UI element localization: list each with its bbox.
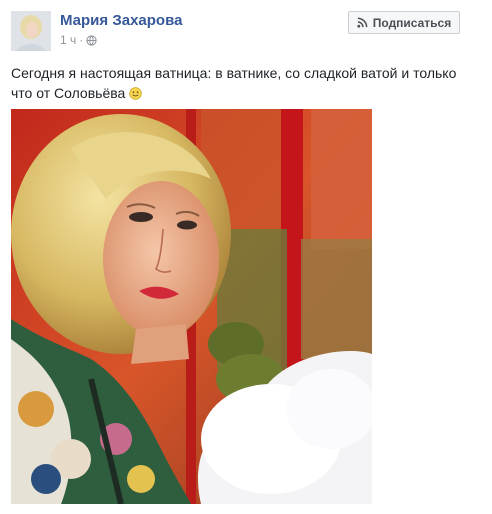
photo-image — [11, 109, 372, 504]
post-time[interactable]: 1 ч — [60, 33, 76, 47]
post-photo[interactable] — [11, 109, 372, 504]
post-text-body: Сегодня я настоящая ватница: в ватнике, … — [11, 65, 457, 101]
subscribe-button[interactable]: Подписаться — [348, 11, 460, 34]
post-text: Сегодня я настоящая ватница: в ватнике, … — [11, 63, 481, 103]
avatar-image — [11, 11, 51, 51]
subscribe-label: Подписаться — [372, 15, 452, 30]
author-avatar[interactable] — [11, 11, 51, 51]
rss-icon — [357, 17, 368, 28]
post-meta: 1 ч · — [60, 33, 97, 47]
smile-emoji-icon — [129, 87, 142, 100]
meta-separator: · — [79, 33, 84, 47]
facebook-post: Мария Захарова 1 ч · Подписаться Сегодня… — [0, 0, 492, 514]
author-name[interactable]: Мария Захарова — [60, 12, 182, 29]
globe-icon[interactable] — [86, 34, 97, 46]
